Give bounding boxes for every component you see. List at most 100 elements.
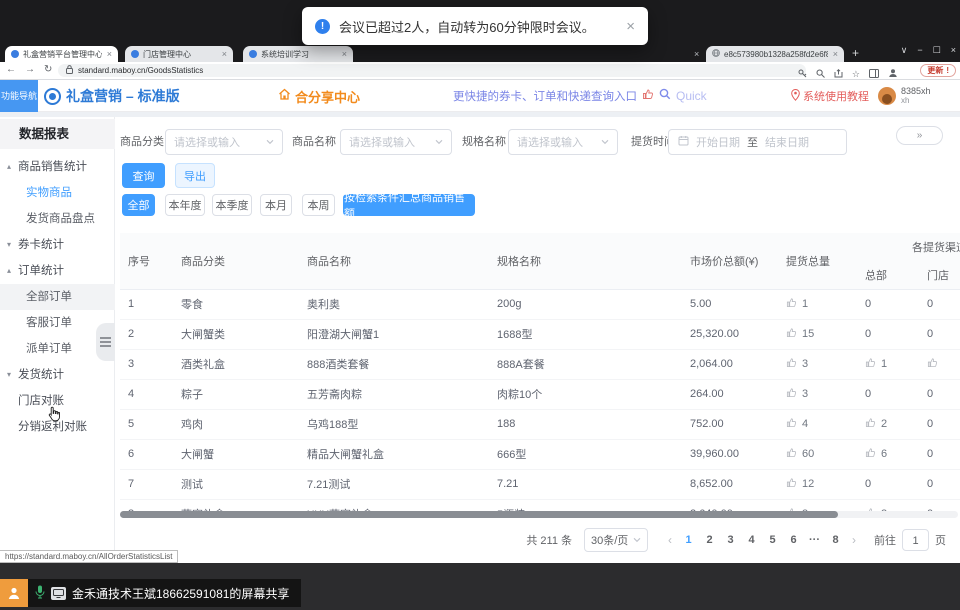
participant-icon[interactable] <box>0 579 28 607</box>
pickup-hand-icon <box>786 387 797 401</box>
tab-close-icon[interactable]: × <box>833 49 838 59</box>
sidebar-item-实物商品[interactable]: 实物商品 <box>0 180 115 206</box>
pickup-hand-icon <box>786 327 797 341</box>
date-range-picker[interactable]: 开始日期 至 结束日期 <box>668 129 847 155</box>
function-nav-button[interactable]: 功能导航 <box>0 80 38 112</box>
content-panel: 商品分类请选择或输入商品名称请选择或输入规格名称请选择或输入 提货时间 开始日期… <box>116 117 960 563</box>
pickup-hand-icon <box>786 447 797 461</box>
maximize-icon[interactable]: ☐ <box>933 45 941 56</box>
browser-update-button[interactable]: 更新! <box>920 64 956 77</box>
hidden-tab-close-icon[interactable]: × <box>694 49 699 59</box>
filter-select-商品名称[interactable]: 请选择或输入 <box>340 129 452 155</box>
arrow-down-icon: ▾ <box>7 362 11 388</box>
sidebar-item-label: 发货商品盘点 <box>26 213 95 225</box>
forward-icon[interactable]: → <box>25 64 35 75</box>
export-button[interactable]: 导出 <box>175 163 215 188</box>
filter-select-规格名称[interactable]: 请选择或输入 <box>508 129 618 155</box>
tab-title: 系统培训学习 <box>261 49 337 60</box>
browser-tab[interactable]: 门店管理中心 × <box>125 46 233 62</box>
sidebar-item-发货统计[interactable]: ▾发货统计 <box>0 362 115 388</box>
search-button[interactable]: 查询 <box>122 163 165 188</box>
range-tab-全部[interactable]: 全部 <box>122 194 155 216</box>
pickup-count: 0 <box>865 328 871 340</box>
sidebar-item-发货商品盘点[interactable]: 发货商品盘点 <box>0 206 115 232</box>
sidebar-item-券卡统计[interactable]: ▾券卡统计 <box>0 232 115 258</box>
sidebar-item-全部订单[interactable]: 全部订单 <box>0 284 115 310</box>
url-bar[interactable]: standard.maboy.cn/GoodsStatistics <box>58 64 806 77</box>
arrow-down-icon: ▾ <box>7 232 11 258</box>
new-tab-button[interactable]: + <box>852 46 859 60</box>
page-number[interactable]: 1 <box>678 534 699 546</box>
page-number[interactable]: 4 <box>741 534 762 546</box>
page-number[interactable]: 5 <box>762 534 783 546</box>
browser-tab[interactable]: 礼盒营销平台管理中心 × <box>5 46 118 62</box>
table-row: 2大闸蟹类阳澄湖大闸蟹11688型25,320.001500 <box>120 319 960 349</box>
page-number[interactable]: 6 <box>783 534 804 546</box>
page-number[interactable]: 8 <box>825 534 846 546</box>
tab-close-icon[interactable]: × <box>107 49 112 59</box>
sidebar-item-订单统计[interactable]: ▴订单统计 <box>0 258 115 284</box>
pickup-hand-icon <box>786 477 797 491</box>
next-page-button[interactable]: › <box>846 533 862 547</box>
search-icon[interactable] <box>659 87 671 105</box>
pickup-count: 0 <box>865 388 871 400</box>
range-tab-本月[interactable]: 本月 <box>260 194 292 216</box>
page-number[interactable]: 3 <box>720 534 741 546</box>
range-tab-本季度[interactable]: 本季度 <box>212 194 252 216</box>
pickup-count: 15 <box>786 327 849 341</box>
minimize-icon[interactable]: − <box>917 45 922 56</box>
goto-page-input[interactable]: 1 <box>902 529 929 551</box>
pickup-count: 60 <box>786 447 849 461</box>
filter-select-商品分类[interactable]: 请选择或输入 <box>165 129 283 155</box>
range-tab-本周[interactable]: 本周 <box>302 194 335 216</box>
tab-close-icon[interactable]: × <box>342 49 347 59</box>
star-icon[interactable]: ☆ <box>852 69 860 80</box>
browser-tab[interactable]: e8c573980b1328a258fd2e6f8 × <box>706 46 844 62</box>
summary-button[interactable]: 按检索条件汇总商品销售额 <box>343 194 475 216</box>
table-body: 1零食奥利奥200g5.001002大闸蟹类阳澄湖大闸蟹11688型25,320… <box>120 289 960 515</box>
scrollbar-thumb[interactable] <box>120 511 838 518</box>
toast-close-icon[interactable]: × <box>626 18 635 35</box>
collapse-filters-button[interactable]: » <box>896 126 943 145</box>
goto-unit: 页 <box>935 532 946 548</box>
sidebar-title: 数据报表 <box>0 119 115 149</box>
share-text: 金禾通技术王斌18662591081的屏幕共享 <box>72 585 289 602</box>
site-favicon <box>131 50 139 58</box>
pickup-count: 0 <box>927 478 933 490</box>
share-center-link[interactable]: 合分享中心 <box>278 80 360 112</box>
goods-table: 序号商品分类商品名称规格名称市场价总额(¥)提货总量各提货渠道总部门店 1零食奥… <box>120 233 960 515</box>
horizontal-scrollbar[interactable] <box>120 511 958 518</box>
close-window-icon[interactable]: × <box>951 45 956 56</box>
column-header: 提货总量 <box>778 233 857 289</box>
table-row: 1零食奥利奥200g5.00100 <box>120 289 960 319</box>
page-ellipsis[interactable]: ··· <box>804 534 825 546</box>
browser-tab[interactable]: 系统培训学习 × <box>243 46 353 62</box>
page-number[interactable]: 2 <box>699 534 720 546</box>
tab-close-icon[interactable]: × <box>222 49 227 59</box>
tab-title: 礼盒营销平台管理中心 <box>23 49 102 60</box>
sidebar-item-label: 订单统计 <box>18 265 64 277</box>
table-row: 5鸡肉乌鸡188型188752.00420 <box>120 409 960 439</box>
sidebar-item-商品销售统计[interactable]: ▴商品销售统计 <box>0 154 115 180</box>
sidebar: 数据报表 ▴商品销售统计实物商品发货商品盘点▾券卡统计▴订单统计全部订单客服订单… <box>0 117 115 563</box>
url-text: standard.maboy.cn/GoodsStatistics <box>78 66 203 75</box>
page-size-select[interactable]: 30条/页 <box>584 528 648 552</box>
quick-label[interactable]: Quick <box>676 89 707 103</box>
back-icon[interactable]: ← <box>6 64 16 75</box>
meet-dropdown-icon[interactable]: ∨ <box>901 45 908 56</box>
pickup-count: 2 <box>865 417 911 431</box>
tab-title: e8c573980b1328a258fd2e6f8 <box>724 50 828 59</box>
screen-share-icon <box>51 587 66 600</box>
screen-share-indicator[interactable]: 金禾通技术王斌18662591081的屏幕共享 <box>28 579 301 607</box>
pickup-count: 0 <box>927 418 933 430</box>
pickup-count: 0 <box>865 298 871 310</box>
select-placeholder: 请选择或输入 <box>174 134 266 150</box>
tutorial-link[interactable]: 系统使用教程 <box>791 80 869 112</box>
user-menu[interactable]: 8385xh xh <box>878 80 931 112</box>
prev-page-button[interactable]: ‹ <box>662 533 678 547</box>
tab-title: 门店管理中心 <box>143 49 217 60</box>
reload-icon[interactable]: ↻ <box>44 64 52 75</box>
sidebar-collapse-handle[interactable] <box>96 323 115 361</box>
site-favicon <box>11 50 19 58</box>
range-tab-本年度[interactable]: 本年度 <box>165 194 205 216</box>
